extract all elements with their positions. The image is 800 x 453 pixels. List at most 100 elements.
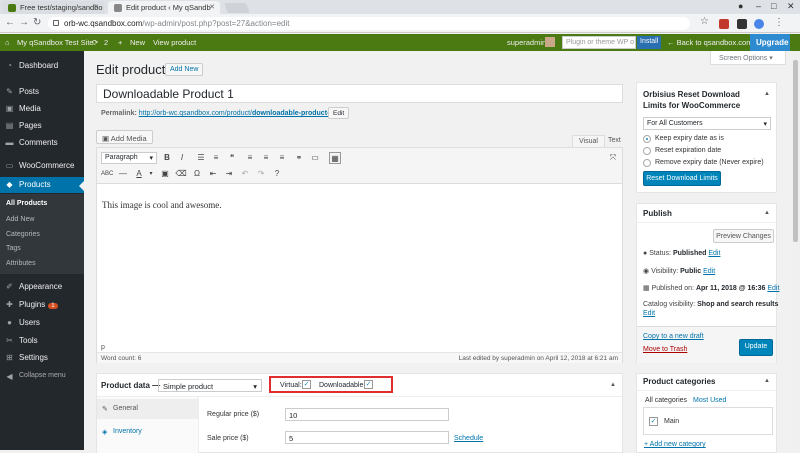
sidebar-item-settings[interactable]: ⊞ Settings xyxy=(0,350,84,366)
copy-to-draft-link[interactable]: Copy to a new draft xyxy=(643,333,704,340)
sidebar-item-tools[interactable]: ✂ Tools xyxy=(0,333,84,349)
submenu-all-products[interactable]: All Products xyxy=(6,200,47,207)
tab-visual[interactable]: Visual xyxy=(572,135,605,147)
paste-text-icon[interactable]: ▣ xyxy=(159,168,171,180)
edit-date-link[interactable]: Edit xyxy=(767,285,779,292)
minimize-button[interactable]: – xyxy=(756,1,761,11)
new-tab-button[interactable] xyxy=(224,3,250,13)
sidebar-collapse-menu[interactable]: ◀ Collapse menu xyxy=(0,369,84,385)
plugin-search-input[interactable]: Plugin or theme WP o xyxy=(562,36,636,49)
align-center-icon[interactable]: ≡ xyxy=(260,152,272,164)
sidebar-item-dashboard[interactable]: ◔ Dashboard xyxy=(0,58,84,74)
preview-changes-button[interactable]: Preview Changes xyxy=(713,229,774,243)
view-product-link[interactable]: View product xyxy=(153,38,196,47)
keep-expiry-radio[interactable] xyxy=(643,135,651,143)
extension-icon[interactable] xyxy=(719,19,729,29)
forward-arrow-icon[interactable]: → xyxy=(19,17,29,28)
avatar[interactable] xyxy=(545,37,555,47)
cloud-extension-icon[interactable] xyxy=(754,19,764,29)
close-window-button[interactable]: ✕ xyxy=(787,1,795,12)
url-field[interactable]: orb-wc.qsandbox.com/wp-admin/post.php?po… xyxy=(48,17,690,30)
format-select[interactable]: Paragraph ▾ xyxy=(101,152,157,164)
collapse-toggle-icon[interactable]: ▲ xyxy=(764,91,770,97)
install-button[interactable]: Install xyxy=(637,36,661,49)
close-tab-icon[interactable]: ✕ xyxy=(93,3,99,11)
strikethrough-icon[interactable]: ABC xyxy=(101,168,113,180)
updates-icon[interactable]: ⟳ xyxy=(92,38,98,47)
special-character-icon[interactable]: Ω xyxy=(191,168,203,180)
add-new-button[interactable]: Add New xyxy=(165,63,204,76)
outdent-icon[interactable]: ⇤ xyxy=(207,168,219,180)
text-color-icon[interactable]: A xyxy=(133,168,145,180)
add-media-button[interactable]: ▣ Add Media xyxy=(96,130,153,144)
align-right-icon[interactable]: ≡ xyxy=(276,152,288,164)
undo-icon[interactable]: ↶ xyxy=(239,168,251,180)
submenu-attributes[interactable]: Attributes xyxy=(6,260,36,267)
menu-dots-icon[interactable]: ⋮ xyxy=(774,17,784,28)
scrollbar-thumb[interactable] xyxy=(793,60,798,242)
edit-status-link[interactable]: Edit xyxy=(708,250,720,257)
sidebar-item-plugins[interactable]: ✚ Plugins 1 xyxy=(0,297,84,313)
wordpress-logo-icon[interactable]: ⌂ xyxy=(5,38,10,47)
tab-most-used[interactable]: Most Used xyxy=(693,397,726,404)
horizontal-line-icon[interactable]: — xyxy=(117,168,129,180)
downloadable-checkbox[interactable]: ✓ xyxy=(364,380,373,389)
virtual-checkbox[interactable]: ✓ xyxy=(302,380,311,389)
tab-general[interactable]: ✎ General xyxy=(97,399,198,419)
permalink-link[interactable]: http://orb-wc.qsandbox.com/product/downl… xyxy=(139,110,335,117)
maximize-button[interactable]: □ xyxy=(771,1,776,11)
sidebar-item-comments[interactable]: ▬ Comments xyxy=(0,135,84,151)
italic-icon[interactable]: I xyxy=(176,152,188,164)
upgrade-button[interactable]: Upgrade xyxy=(750,34,790,51)
browser-tab-staging[interactable]: Free test/staging/sandbo ✕ xyxy=(2,1,104,14)
remove-expiry-radio[interactable] xyxy=(643,159,651,167)
browser-tab-edit-product[interactable]: Edit product ‹ My qSandb ✕ xyxy=(108,1,220,14)
bullet-list-icon[interactable]: ☰ xyxy=(195,152,207,164)
plus-icon[interactable]: + xyxy=(118,38,122,47)
extension-icon[interactable] xyxy=(737,19,747,29)
collapse-toggle-icon[interactable]: ▲ xyxy=(764,210,770,216)
move-to-trash-link[interactable]: Move to Trash xyxy=(643,346,687,353)
customer-scope-select[interactable]: For All Customers ▾ xyxy=(643,117,771,130)
sidebar-item-pages[interactable]: ▤ Pages xyxy=(0,118,84,134)
regular-price-input[interactable]: 10 xyxy=(285,408,449,421)
read-more-icon[interactable]: ▭ xyxy=(309,152,321,164)
help-icon[interactable]: ? xyxy=(271,168,283,180)
tab-all-categories[interactable]: All categories xyxy=(645,397,687,404)
clear-formatting-icon[interactable]: ⌫ xyxy=(175,168,187,180)
sidebar-item-media[interactable]: ▣ Media xyxy=(0,101,84,117)
align-left-icon[interactable]: ≡ xyxy=(244,152,256,164)
bookmark-star-icon[interactable]: ☆ xyxy=(700,16,709,27)
product-type-select[interactable]: Simple product ▾ xyxy=(158,379,262,392)
category-main-checkbox[interactable]: ✓ xyxy=(649,417,658,426)
chevron-down-icon[interactable]: ▾ xyxy=(145,168,157,180)
site-name-link[interactable]: My qSandbox Test Site xyxy=(17,38,94,47)
collapse-toggle-icon[interactable]: ▲ xyxy=(610,382,616,388)
sidebar-item-products[interactable]: ◆ Products xyxy=(0,177,84,193)
redo-icon[interactable]: ↷ xyxy=(255,168,267,180)
add-new-category-link[interactable]: + Add new category xyxy=(644,441,706,448)
update-button[interactable]: Update xyxy=(739,339,773,356)
submenu-add-new[interactable]: Add New xyxy=(6,216,34,223)
close-tab-icon[interactable]: ✕ xyxy=(209,3,215,11)
link-icon[interactable]: ⚭ xyxy=(293,152,305,164)
sidebar-item-appearance[interactable]: ✐ Appearance xyxy=(0,279,84,295)
account-icon[interactable]: ● xyxy=(738,1,743,11)
user-account-link[interactable]: superadmin xyxy=(507,38,546,47)
collapse-toggle-icon[interactable]: ▲ xyxy=(764,378,770,384)
editor-content[interactable]: This image is cool and awesome. xyxy=(102,200,221,210)
tab-inventory[interactable]: ◈ Inventory xyxy=(97,422,198,442)
sidebar-item-users[interactable]: ● Users xyxy=(0,315,84,331)
numbered-list-icon[interactable]: ≡ xyxy=(210,152,222,164)
reset-expiration-radio[interactable] xyxy=(643,147,651,155)
new-content-link[interactable]: New xyxy=(130,38,145,47)
submenu-categories[interactable]: Categories xyxy=(6,231,40,238)
back-to-qsandbox-link[interactable]: ← Back to qsandbox.com xyxy=(667,38,752,47)
fullscreen-icon[interactable]: ⤧ xyxy=(607,152,619,164)
sidebar-item-posts[interactable]: ✎ Posts xyxy=(0,84,84,100)
back-arrow-icon[interactable]: ← xyxy=(5,17,15,28)
blockquote-icon[interactable]: ❝ xyxy=(226,152,238,164)
updates-count[interactable]: 2 xyxy=(104,38,108,47)
bold-icon[interactable]: B xyxy=(161,152,173,164)
tab-text[interactable]: Text xyxy=(602,135,627,147)
